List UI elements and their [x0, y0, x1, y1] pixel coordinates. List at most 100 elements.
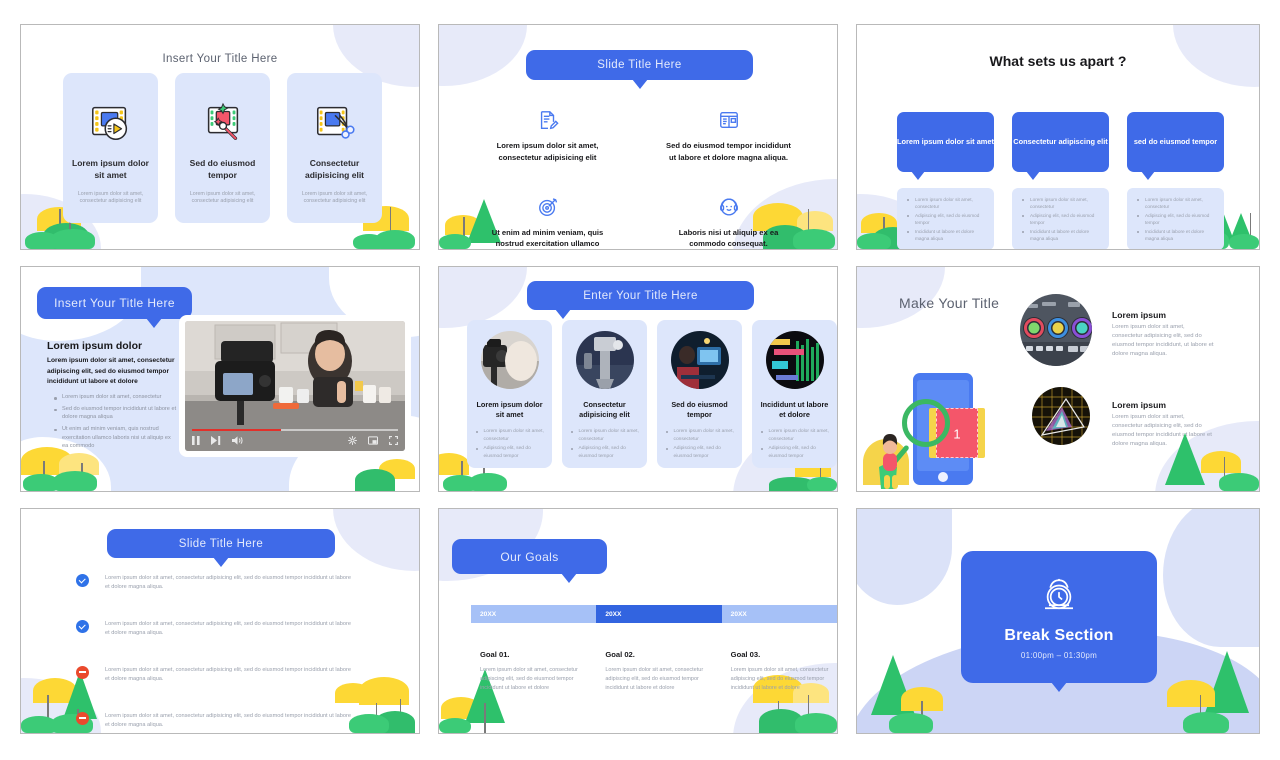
highlight-bubble-text: sed do eiusmod tempor [1133, 136, 1218, 146]
settings-gear-icon[interactable] [348, 436, 357, 445]
next-track-icon[interactable] [211, 436, 221, 445]
slide-2-title-bubble[interactable]: Slide Title Here [526, 50, 753, 89]
film-play-icon [88, 100, 134, 146]
video-progress-bar[interactable] [192, 429, 398, 431]
highlight-bubble[interactable]: Consectetur adipiscing elit [1012, 112, 1109, 180]
feature-card[interactable]: Sed do eiusmod tempor Lorem ipsum dolor … [175, 73, 270, 223]
slide-4-subheading: Lorem ipsum dolor sit amet, consectetur … [47, 357, 175, 386]
highlight-bubble-text: Consectetur adipiscing elit [1013, 136, 1108, 146]
block-circle-icon [76, 665, 89, 679]
decorative-blob [857, 509, 952, 605]
bullet-item: Adipiscing elit, sed do eiusmod tempor [1136, 212, 1217, 226]
feature-card-body: Lorem ipsum dolor sit amet, consectetur … [77, 190, 144, 205]
volume-icon[interactable] [232, 436, 244, 445]
video-player[interactable] [179, 315, 411, 457]
slide-5-title: Enter Your Title Here [583, 289, 698, 302]
slide-6-block-body: Lorem ipsum dolor sit amet, consectetur … [1112, 414, 1212, 448]
slide-8-title: Our Goals [500, 549, 559, 564]
info-item[interactable]: Sed do eiusmod tempor incididunt ut labo… [638, 107, 819, 164]
bullet-card: Lorem ipsum dolor sit amet, consectetur … [1127, 188, 1224, 249]
bullet-item: Incididunt ut labore et dolore magna ali… [1136, 228, 1217, 242]
studio-rig-photo [575, 331, 634, 389]
checklist-row[interactable]: Lorem ipsum dolor sit amet, consectetur … [76, 665, 394, 684]
decorative-blob [1163, 509, 1259, 647]
bullet-item: Lorem ipsum dolor sit amet, consectetur [570, 428, 640, 443]
film-scissors-icon [312, 100, 358, 146]
goal-heading: Goal 03. [730, 650, 761, 659]
slide-3-title: What sets us apart ? [989, 53, 1127, 69]
photo-card-title: Incididunt ut labore et dolore [760, 400, 829, 420]
slide-thumbnail-3[interactable]: What sets us apart ? Lorem ipsum dolor s… [856, 24, 1260, 250]
slide-thumbnail-9[interactable]: Break Section 01:00pm – 01:30pm [856, 508, 1260, 734]
slide-5-title-bubble[interactable]: Enter Your Title Here [527, 281, 754, 319]
bullet-item: Adipiscing elit, sed do eiusmod tempor [570, 445, 640, 460]
checklist-row[interactable]: Lorem ipsum dolor sit amet, consectetur … [76, 619, 394, 638]
goal-column[interactable]: 20XX Goal 03. Lorem ipsum dolor sit amet… [721, 605, 837, 692]
goal-body: Lorem ipsum dolor sit amet, consectetur … [480, 667, 578, 691]
photo-card[interactable]: Consectetur adipisicing elit Lorem ipsum… [562, 320, 647, 468]
photo-card[interactable]: Incididunt ut labore et dolore Lorem ips… [752, 320, 837, 468]
info-item[interactable]: Laboris nisi ut aliquip ex ea commodo co… [638, 194, 819, 249]
bullet-item: Lorem ipsum dolor sit amet, consectetur [1136, 196, 1217, 210]
photo-card[interactable]: Lorem ipsum dolor sit amet Lorem ipsum d… [467, 320, 552, 468]
feature-card[interactable]: Consectetur adipisicing elit Lorem ipsum… [287, 73, 382, 223]
slide-thumbnail-2[interactable]: Slide Title Here Lorem ipsum dolor sit a… [438, 24, 838, 250]
bullet-item: Lorem ipsum dolor sit amet, consectetur [665, 428, 735, 443]
slide-thumbnail-4[interactable]: Insert Your Title Here Lorem ipsum dolor… [20, 266, 420, 492]
bullet-item: Lorem ipsum dolor sit amet, consectetur [906, 196, 987, 210]
feature-card-title: Lorem ipsum dolor sit amet [72, 158, 149, 180]
feature-card[interactable]: Lorem ipsum dolor sit amet Lorem ipsum d… [63, 73, 158, 223]
bullet-item: Adipiscing elit, sed do eiusmod tempor [475, 445, 545, 460]
miniplayer-icon[interactable] [368, 436, 378, 445]
bullet-item: Lorem ipsum dolor sit amet, consectetur [760, 428, 830, 443]
pause-icon[interactable] [192, 436, 200, 445]
layout-columns-icon [638, 107, 819, 133]
slide-6-block-heading: Lorem ipsum [1112, 310, 1166, 320]
highlight-bubble[interactable]: sed do eiusmod tempor [1127, 112, 1224, 180]
slide-thumbnail-1[interactable]: Insert Your Title Here Lorem ipsum dolor… [20, 24, 420, 250]
slide-thumbnail-7[interactable]: Slide Title Here Lorem ipsum dolor sit a… [20, 508, 420, 734]
slide-deck-grid: Insert Your Title Here Lorem ipsum dolor… [0, 0, 1280, 760]
block-circle-icon [76, 711, 89, 725]
goal-heading: Goal 01. [480, 650, 510, 659]
video-screen[interactable] [185, 321, 405, 451]
slide-4-heading: Lorem ipsum dolor [47, 340, 143, 352]
color-grading-wheels-photo [1020, 294, 1092, 366]
vectorscope-photo [1032, 387, 1090, 445]
slide-6-title: Make Your Title [899, 295, 1000, 311]
highlight-bubble[interactable]: Lorem ipsum dolor sit amet [897, 112, 994, 180]
slide-2-title: Slide Title Here [597, 59, 682, 71]
slide-thumbnail-8[interactable]: Our Goals 20XX Goal 01. Lorem ipsum dolo… [438, 508, 838, 734]
slide-6-block-heading: Lorem ipsum [1112, 400, 1166, 410]
goal-year-header: 20XX [471, 605, 597, 623]
fullscreen-icon[interactable] [389, 436, 398, 445]
decorative-blob [439, 267, 527, 328]
photo-card-bullets: Lorem ipsum dolor sit amet, consectetur … [475, 428, 545, 462]
checklist-row[interactable]: Lorem ipsum dolor sit amet, consectetur … [76, 711, 394, 730]
photo-card-bullets: Lorem ipsum dolor sit amet, consectetur … [665, 428, 735, 462]
info-item[interactable]: Lorem ipsum dolor sit amet, consectetur … [457, 107, 638, 164]
alarm-clock-icon [1038, 575, 1080, 622]
bullet-item: Ut enim ad minim veniam, quis nostrud ex… [53, 425, 177, 451]
break-card[interactable]: Break Section 01:00pm – 01:30pm [961, 551, 1157, 692]
goal-column[interactable]: 20XX Goal 02. Lorem ipsum dolor sit amet… [596, 605, 722, 692]
slide-8-title-bubble[interactable]: Our Goals [452, 539, 607, 583]
slide-thumbnail-5[interactable]: Enter Your Title Here Lorem ipsum dolor … [438, 266, 838, 492]
slide-4-title: Insert Your Title Here [54, 296, 175, 310]
goal-column[interactable]: 20XX Goal 01. Lorem ipsum dolor sit amet… [471, 605, 597, 692]
film-number: 1 [953, 426, 961, 442]
slide-1-title: Insert Your Title Here [162, 53, 278, 65]
slide-4-title-bubble[interactable]: Insert Your Title Here [37, 287, 192, 328]
bullet-item: Lorem ipsum dolor sit amet, consectetur [1021, 196, 1102, 210]
info-item[interactable]: Ut enim ad minim veniam, quis nostrud ex… [457, 194, 638, 249]
photo-card-title: Sed do eiusmod tempor [671, 400, 728, 420]
slide-thumbnail-6[interactable]: Make Your Title Lorem ipsum Lorem ipsum … [856, 266, 1260, 492]
slide-7-title-bubble[interactable]: Slide Title Here [107, 529, 335, 567]
photo-card[interactable]: Sed do eiusmod tempor Lorem ipsum dolor … [657, 320, 742, 468]
checklist-row[interactable]: Lorem ipsum dolor sit amet, consectetur … [76, 574, 394, 592]
info-item-text: Sed do eiusmod tempor incididunt ut labo… [666, 141, 791, 162]
info-item-text: Laboris nisi ut aliquip ex ea commodo co… [678, 227, 779, 249]
document-edit-icon [457, 107, 638, 133]
break-heading: Break Section [1004, 627, 1114, 644]
decorative-blob [333, 509, 419, 571]
